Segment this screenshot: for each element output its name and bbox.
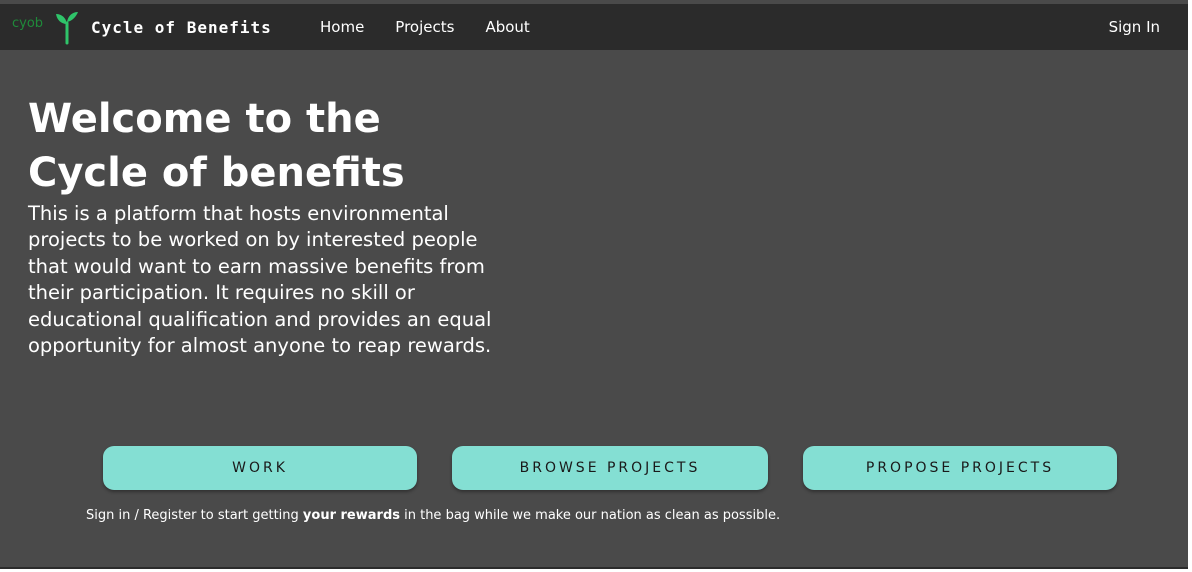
nav-about[interactable]: About (485, 18, 529, 36)
logo-text: cyob (12, 16, 44, 31)
top-navbar: cyob Cycle of Benefits Home Projects Abo… (0, 4, 1188, 50)
footnote-text-start: Sign in / Register to start getting (86, 508, 303, 523)
nav-projects[interactable]: Projects (395, 18, 454, 36)
work-button[interactable]: WORK (103, 446, 417, 490)
footnote-emphasis: your rewards (302, 508, 400, 523)
sign-in-link[interactable]: Sign In (1109, 4, 1160, 50)
hero-title: Welcome to the Cycle of benefits (28, 96, 405, 196)
bottom-divider (0, 567, 1188, 569)
nav-home[interactable]: Home (320, 18, 364, 36)
browse-projects-button[interactable]: BROWSE PROJECTS (452, 446, 768, 490)
main-nav: Home Projects About (320, 4, 561, 50)
sign-in-prompt: Sign in / Register to start getting your… (86, 508, 780, 523)
footnote-text-end: in the bag while we make our nation as c… (399, 508, 781, 523)
sprout-icon (56, 12, 78, 45)
brand[interactable]: cyob (12, 4, 84, 50)
propose-projects-button[interactable]: PROPOSE PROJECTS (803, 446, 1117, 490)
brand-name[interactable]: Cycle of Benefits (91, 18, 272, 37)
hero-description: This is a platform that hosts environmen… (28, 202, 492, 358)
logo[interactable]: cyob (12, 4, 84, 50)
